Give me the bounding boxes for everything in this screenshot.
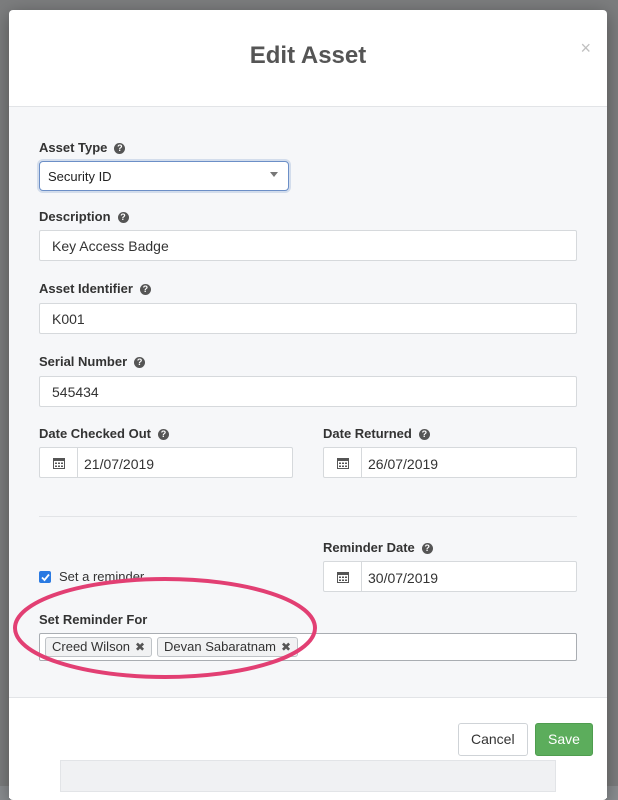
calendar-icon[interactable]: [324, 448, 362, 477]
help-icon[interactable]: ?: [157, 429, 169, 440]
remove-tag-icon[interactable]: ✖: [281, 640, 291, 654]
reminder-date-label: Reminder Date?: [323, 540, 433, 555]
help-icon[interactable]: ?: [117, 212, 129, 223]
asset-type-select[interactable]: Security ID: [39, 161, 289, 191]
modal-title: Edit Asset: [249, 42, 367, 69]
tag-creed-wilson: Creed Wilson ✖: [45, 637, 153, 657]
date-returned-input[interactable]: 26/07/2019: [323, 447, 577, 478]
set-reminder-label[interactable]: Set a reminder: [59, 569, 144, 584]
section-divider: [39, 516, 577, 517]
date-checked-out-input[interactable]: 21/07/2019: [39, 447, 293, 478]
asset-identifier-input[interactable]: K001: [39, 303, 577, 334]
serial-number-input[interactable]: 545434: [39, 376, 577, 407]
cancel-button[interactable]: Cancel: [458, 723, 528, 756]
date-returned-label: Date Returned?: [323, 426, 430, 441]
help-icon[interactable]: ?: [114, 143, 126, 154]
description-input[interactable]: Key Access Badge: [39, 230, 577, 261]
asset-type-label: Asset Type?: [39, 140, 126, 155]
reminder-for-tags-input[interactable]: Creed Wilson ✖ Devan Sabaratnam ✖: [39, 633, 577, 661]
date-checked-out-label: Date Checked Out?: [39, 426, 169, 441]
help-icon[interactable]: ?: [139, 284, 151, 295]
modal-footer: Cancel Save: [9, 697, 607, 798]
set-reminder-checkbox[interactable]: [39, 571, 51, 583]
help-icon[interactable]: ?: [134, 357, 146, 368]
calendar-icon[interactable]: [40, 448, 78, 477]
footer-strip: [60, 760, 556, 792]
description-label: Description?: [39, 209, 129, 224]
tag-devan-sabaratnam: Devan Sabaratnam ✖: [157, 637, 299, 657]
remove-tag-icon[interactable]: ✖: [135, 640, 145, 654]
asset-identifier-label: Asset Identifier?: [39, 281, 151, 296]
close-icon[interactable]: ×: [580, 38, 591, 59]
reminder-date-input[interactable]: 30/07/2019: [323, 561, 577, 592]
help-icon[interactable]: ?: [421, 543, 433, 554]
check-icon: [40, 573, 50, 581]
serial-number-label: Serial Number?: [39, 354, 146, 369]
help-icon[interactable]: ?: [418, 429, 430, 440]
modal-header: Edit Asset ×: [9, 10, 607, 107]
modal-body: Asset Type? Security ID Description? Key…: [9, 107, 607, 697]
chevron-down-icon: [270, 172, 278, 177]
asset-type-value: Security ID: [48, 169, 112, 184]
calendar-icon[interactable]: [324, 562, 362, 591]
edit-asset-modal: Edit Asset × Asset Type? Security ID Des…: [9, 10, 607, 800]
set-reminder-for-label: Set Reminder For: [39, 612, 148, 627]
save-button[interactable]: Save: [535, 723, 593, 756]
